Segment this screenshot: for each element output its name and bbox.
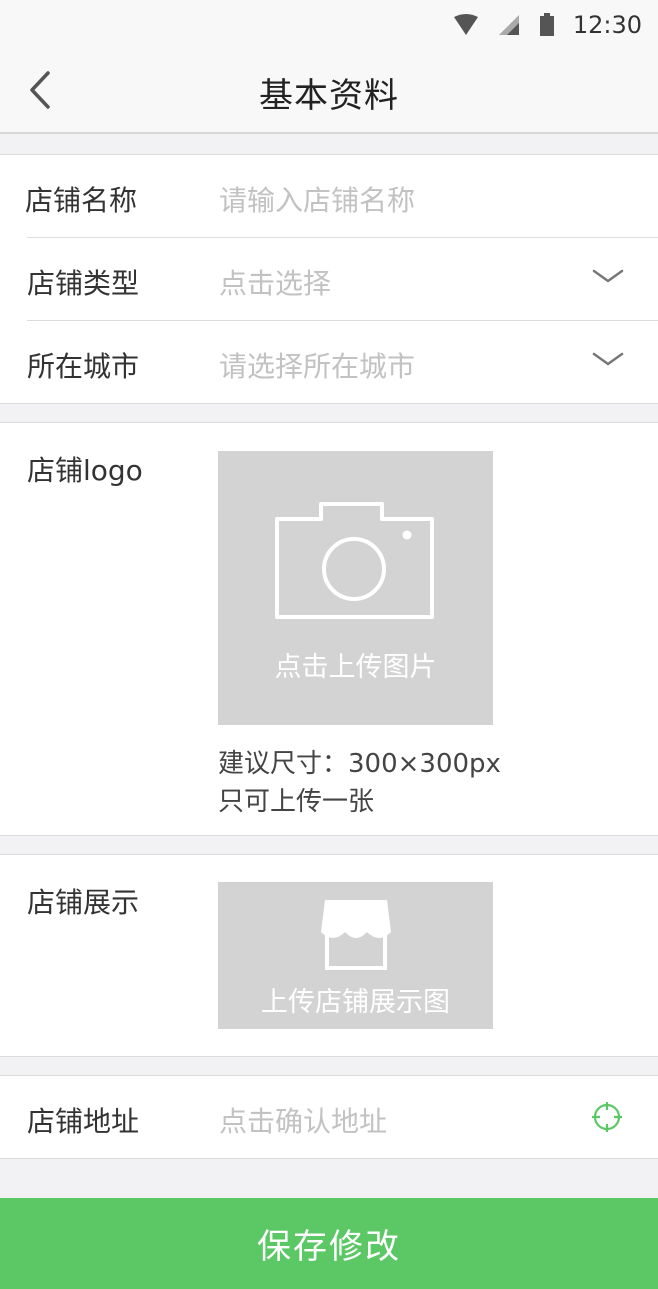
status-time: 12:30 <box>572 11 642 39</box>
shop-type-select[interactable]: 点击选择 <box>219 262 331 302</box>
city-label: 所在城市 <box>27 350 140 383</box>
logo-size-hint: 建议尺寸：300×300px <box>218 749 501 779</box>
logo-section: 店铺logo 点击上传图片 建议尺寸：300×300px 只可上传一张 <box>0 422 658 836</box>
navigation-bar: 基本资料 <box>0 50 658 134</box>
logo-upload-button[interactable]: 点击上传图片 <box>218 451 493 725</box>
battery-icon <box>539 13 554 36</box>
city-row[interactable]: 所在城市 请选择所在城市 <box>27 321 658 404</box>
shop-name-label: 店铺名称 <box>25 184 138 217</box>
page-title: 基本资料 <box>259 76 399 116</box>
basic-info-section: 店铺名称 请输入店铺名称 店铺类型 点击选择 所在城市 请选择所在城市 <box>0 154 658 404</box>
display-label: 店铺展示 <box>27 886 140 919</box>
signal-icon <box>498 15 519 35</box>
save-button[interactable]: 保存修改 <box>0 1198 658 1289</box>
address-input[interactable]: 点击确认地址 <box>219 1100 387 1140</box>
status-bar: 12:30 <box>0 0 658 50</box>
chevron-down-icon[interactable] <box>592 268 624 284</box>
display-upload-button[interactable]: 上传店铺展示图 <box>218 882 493 1029</box>
display-upload-text: 上传店铺展示图 <box>261 987 450 1018</box>
storefront-icon <box>321 900 391 970</box>
shop-name-input[interactable]: 请输入店铺名称 <box>219 179 415 219</box>
shop-type-label: 店铺类型 <box>27 267 140 300</box>
locate-icon[interactable] <box>591 1101 623 1133</box>
address-label: 店铺地址 <box>27 1105 140 1138</box>
display-section: 店铺展示 上传店铺展示图 <box>0 854 658 1057</box>
city-select[interactable]: 请选择所在城市 <box>219 345 415 385</box>
shop-name-row: 店铺名称 请输入店铺名称 <box>25 155 658 238</box>
logo-count-hint: 只可上传一张 <box>218 787 375 817</box>
status-icons: 12:30 <box>453 10 642 40</box>
camera-icon <box>275 502 434 619</box>
wifi-icon <box>453 14 478 35</box>
chevron-down-icon[interactable] <box>592 351 624 367</box>
address-section: 店铺地址 点击确认地址 <box>0 1075 658 1159</box>
logo-upload-text: 点击上传图片 <box>274 652 437 683</box>
logo-label: 店铺logo <box>27 454 143 487</box>
address-row[interactable]: 店铺地址 点击确认地址 <box>27 1076 658 1159</box>
shop-type-row[interactable]: 店铺类型 点击选择 <box>27 238 658 321</box>
